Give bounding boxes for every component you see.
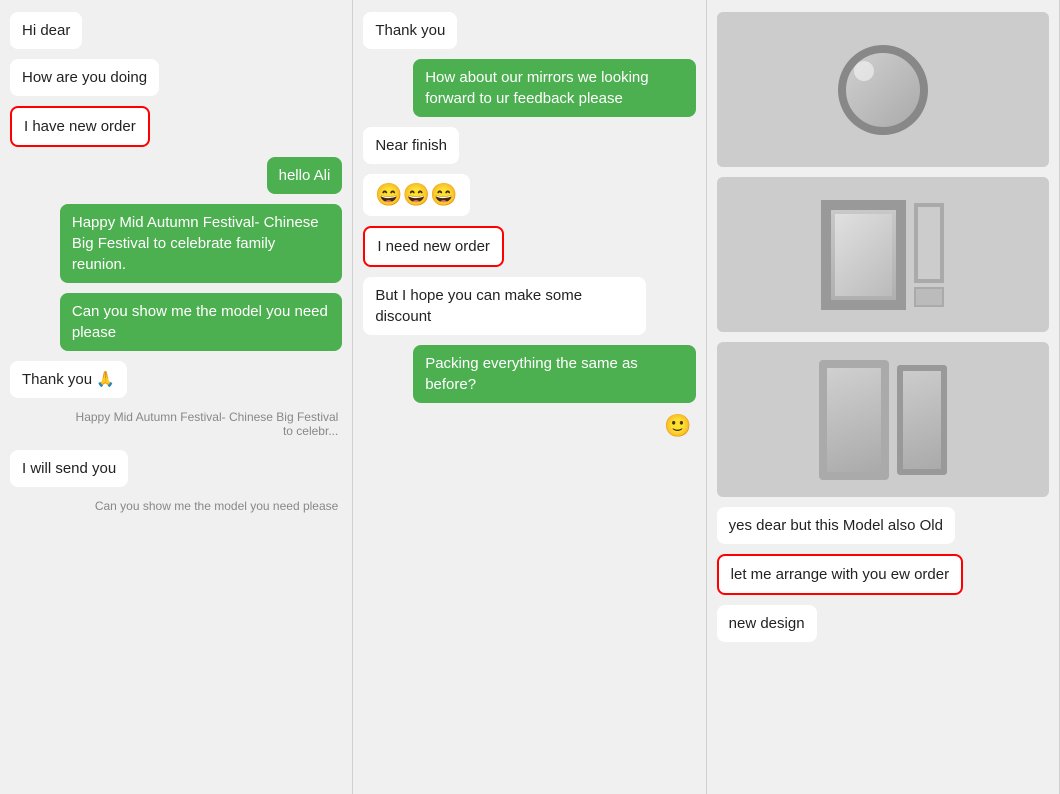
- msg-hi-dear: Hi dear: [10, 12, 82, 49]
- mirror-tall-shape: [819, 360, 889, 480]
- msg-sticker: 🙂: [664, 413, 695, 439]
- photo-mirror-2: [717, 177, 1049, 332]
- msg-mid-autumn: Happy Mid Autumn Festival- Chinese Big F…: [60, 204, 342, 283]
- msg-will-send: I will send you: [10, 450, 128, 487]
- chat-column-2: Thank you How about our mirrors we looki…: [353, 0, 706, 794]
- chat-column-1: Hi dear How are you doing I have new ord…: [0, 0, 353, 794]
- msg-have-new-order: I have new order: [10, 106, 150, 147]
- msg-how-are: How are you doing: [10, 59, 159, 96]
- msg-emoji: 😄😄😄: [363, 174, 469, 216]
- msg-but-hope: But I hope you can make some discount: [363, 277, 645, 335]
- photo-mirror-1: [717, 12, 1049, 167]
- msg-new-design: new design: [717, 605, 817, 642]
- msg-thank-you-pray: Thank you 🙏: [10, 361, 127, 398]
- msg-packing: Packing everything the same as before?: [413, 345, 695, 403]
- msg-hello-ali: hello Ali: [267, 157, 343, 194]
- photo-mirror-3: [717, 342, 1049, 497]
- chat-column-3: yes dear but this Model also Old let me …: [707, 0, 1060, 794]
- msg-need-new-order: I need new order: [363, 226, 504, 267]
- msg-near-finish: Near finish: [363, 127, 459, 164]
- msg-how-about-mirrors: How about our mirrors we looking forward…: [413, 59, 695, 117]
- msg-sys-mid-autumn: Happy Mid Autumn Festival- Chinese Big F…: [60, 408, 342, 440]
- msg-sys-show-model: Can you show me the model you need pleas…: [91, 497, 343, 515]
- msg-yes-dear: yes dear but this Model also Old: [717, 507, 955, 544]
- msg-thank-you: Thank you: [363, 12, 457, 49]
- msg-arrange-order: let me arrange with you ew order: [717, 554, 963, 595]
- mirror-frame-shape: [821, 200, 906, 310]
- mirror-round-shape: [838, 45, 928, 135]
- msg-show-model: Can you show me the model you need pleas…: [60, 293, 342, 351]
